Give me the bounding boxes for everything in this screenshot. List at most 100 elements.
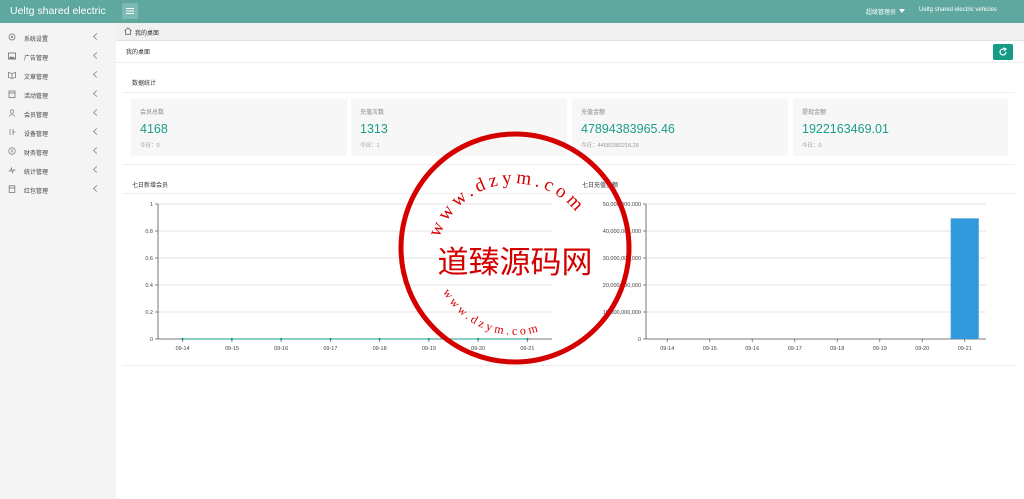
x-tick-label: 09-20 — [915, 346, 929, 352]
stat-value: 1922163469.01 — [802, 122, 889, 136]
stat-today: 今日：1 — [360, 143, 380, 149]
y-tick-label: 0.6 — [145, 256, 153, 262]
sidebar-item-label: 统计管理 — [24, 170, 49, 176]
calendar-icon — [8, 90, 16, 98]
hamburger-icon — [126, 8, 134, 14]
y-tick-label: 0 — [638, 337, 641, 343]
chevron-left-icon — [92, 127, 101, 136]
data-point — [279, 337, 283, 341]
x-tick-label: 09-17 — [788, 346, 802, 352]
app-brand: Ueltg shared electric — [10, 5, 106, 17]
stamp-center-text: 道臻源码网 — [438, 245, 593, 281]
section-divider — [122, 92, 1015, 93]
money-icon: ¥ — [8, 147, 16, 155]
x-tick-label: 09-18 — [830, 346, 844, 352]
data-point — [329, 337, 332, 341]
chevron-left-icon — [92, 165, 101, 174]
sidebar-item-label: 红包管理 — [24, 189, 49, 195]
chevron-left-icon — [92, 32, 101, 41]
y-tick-label: 0.8 — [145, 229, 153, 235]
x-tick-label: 09-16 — [274, 346, 288, 352]
sidebar-item-ads[interactable]: 广告管理 — [0, 47, 116, 66]
x-tick-label: 09-15 — [703, 346, 717, 352]
y-tick-label: 1 — [150, 202, 153, 208]
sidebar-item-label: 设备管理 — [24, 132, 49, 138]
redpacket-icon — [8, 185, 16, 193]
data-point — [230, 337, 234, 341]
chevron-left-icon — [92, 70, 101, 79]
admin-menu[interactable]: 超级管理员 — [866, 7, 906, 16]
sidebar-item-label: 活动管理 — [24, 94, 49, 100]
svg-text:¥: ¥ — [11, 149, 14, 155]
watermark-stamp: www.dzym.com www.dzym.com 道臻源码网 — [398, 131, 632, 365]
breadcrumb-home[interactable]: 我的桌面 — [135, 28, 159, 37]
refresh-button[interactable] — [993, 44, 1013, 60]
recharge-bar-chart: 010,000,000,00020,000,000,00030,000,000,… — [603, 202, 986, 352]
section-divider — [122, 365, 1015, 366]
sidebar-item-label: 文章管理 — [24, 75, 49, 81]
chevron-left-icon — [92, 146, 101, 155]
book-icon — [8, 71, 16, 79]
x-tick-label: 09-15 — [225, 346, 239, 352]
stat-value: 1313 — [360, 122, 388, 136]
stat-label: 充值次数 — [360, 110, 385, 116]
data-point — [181, 337, 184, 341]
x-tick-label: 09-14 — [660, 346, 674, 352]
chevron-left-icon — [92, 108, 101, 117]
y-tick-label: 0 — [150, 337, 153, 343]
stat-label: 充值金额 — [581, 110, 606, 116]
chevron-left-icon — [92, 51, 101, 60]
stat-card-withdraw-amount: 提现金额 1922163469.01 今日：0 — [793, 99, 1008, 156]
sidebar-item-members[interactable]: 会员管理 — [0, 104, 116, 123]
top-header: Ueltg shared electric 超级管理员 Ueltg shared… — [0, 0, 1024, 23]
sidebar: 系统设置 广告管理 文章管理 活动管理 会员管理 设备管理 ¥ 财务管理 统计管… — [0, 23, 116, 499]
stats-section-title: 数据统计 — [132, 81, 157, 87]
refresh-icon — [999, 47, 1007, 56]
stamp-ring-bottom: www.dzym.com — [440, 286, 542, 338]
x-tick-label: 09-14 — [176, 346, 190, 352]
breadcrumb: 我的桌面 — [116, 23, 1024, 41]
company-link[interactable]: Ueltg shared electric vehicles — [919, 7, 997, 13]
x-tick-label: 09-16 — [745, 346, 759, 352]
sidebar-item-activities[interactable]: 活动管理 — [0, 85, 116, 104]
sidebar-item-articles[interactable]: 文章管理 — [0, 66, 116, 85]
sidebar-item-finance[interactable]: ¥ 财务管理 — [0, 142, 116, 161]
y-tick-label: 0.2 — [145, 310, 153, 316]
stat-label: 会员总数 — [140, 110, 165, 116]
stat-value: 4168 — [140, 122, 168, 136]
x-tick-label: 09-18 — [373, 346, 387, 352]
sidebar-item-label: 会员管理 — [24, 113, 49, 119]
chart-line-icon — [8, 166, 16, 174]
page-title: 我的桌面 — [126, 50, 151, 56]
chart-title-members: 七日新增会员 — [132, 183, 169, 189]
chevron-left-icon — [92, 184, 101, 193]
stamp-ring-top: www.dzym.com — [424, 167, 590, 240]
caret-down-icon — [899, 9, 906, 13]
recharge-chart: 0 10,000,000,000 20,000,000,000 30,000,000,… — [576, 196, 1016, 361]
sidebar-item-label: 财务管理 — [24, 151, 49, 157]
home-icon — [124, 27, 132, 35]
x-tick-label: 09-17 — [323, 346, 337, 352]
device-icon — [9, 129, 16, 135]
stat-label: 提现金额 — [802, 110, 827, 116]
menu-toggle-button[interactable] — [122, 3, 138, 19]
user-icon — [8, 109, 16, 117]
y-tick-label: 0.4 — [145, 283, 153, 289]
sidebar-item-label: 系统设置 — [24, 37, 49, 43]
chevron-left-icon — [92, 89, 101, 98]
sidebar-item-redpacket[interactable]: 红包管理 — [0, 180, 116, 199]
page-title-bar: 我的桌面 — [116, 41, 1024, 63]
sidebar-item-statistics[interactable]: 统计管理 — [0, 161, 116, 180]
gear-icon — [8, 33, 16, 41]
section-divider — [575, 193, 1015, 194]
sidebar-item-system[interactable]: 系统设置 — [0, 28, 116, 47]
x-tick-label: 09-19 — [873, 346, 887, 352]
sidebar-item-label: 广告管理 — [24, 56, 49, 62]
sidebar-item-devices[interactable]: 设备管理 — [0, 123, 116, 142]
image-icon — [8, 52, 16, 60]
x-tick-label: 09-21 — [958, 346, 972, 352]
stat-today: 今日：0 — [802, 143, 822, 149]
data-point — [378, 337, 381, 341]
admin-label: 超级管理员 — [866, 10, 897, 16]
bar — [950, 218, 979, 339]
